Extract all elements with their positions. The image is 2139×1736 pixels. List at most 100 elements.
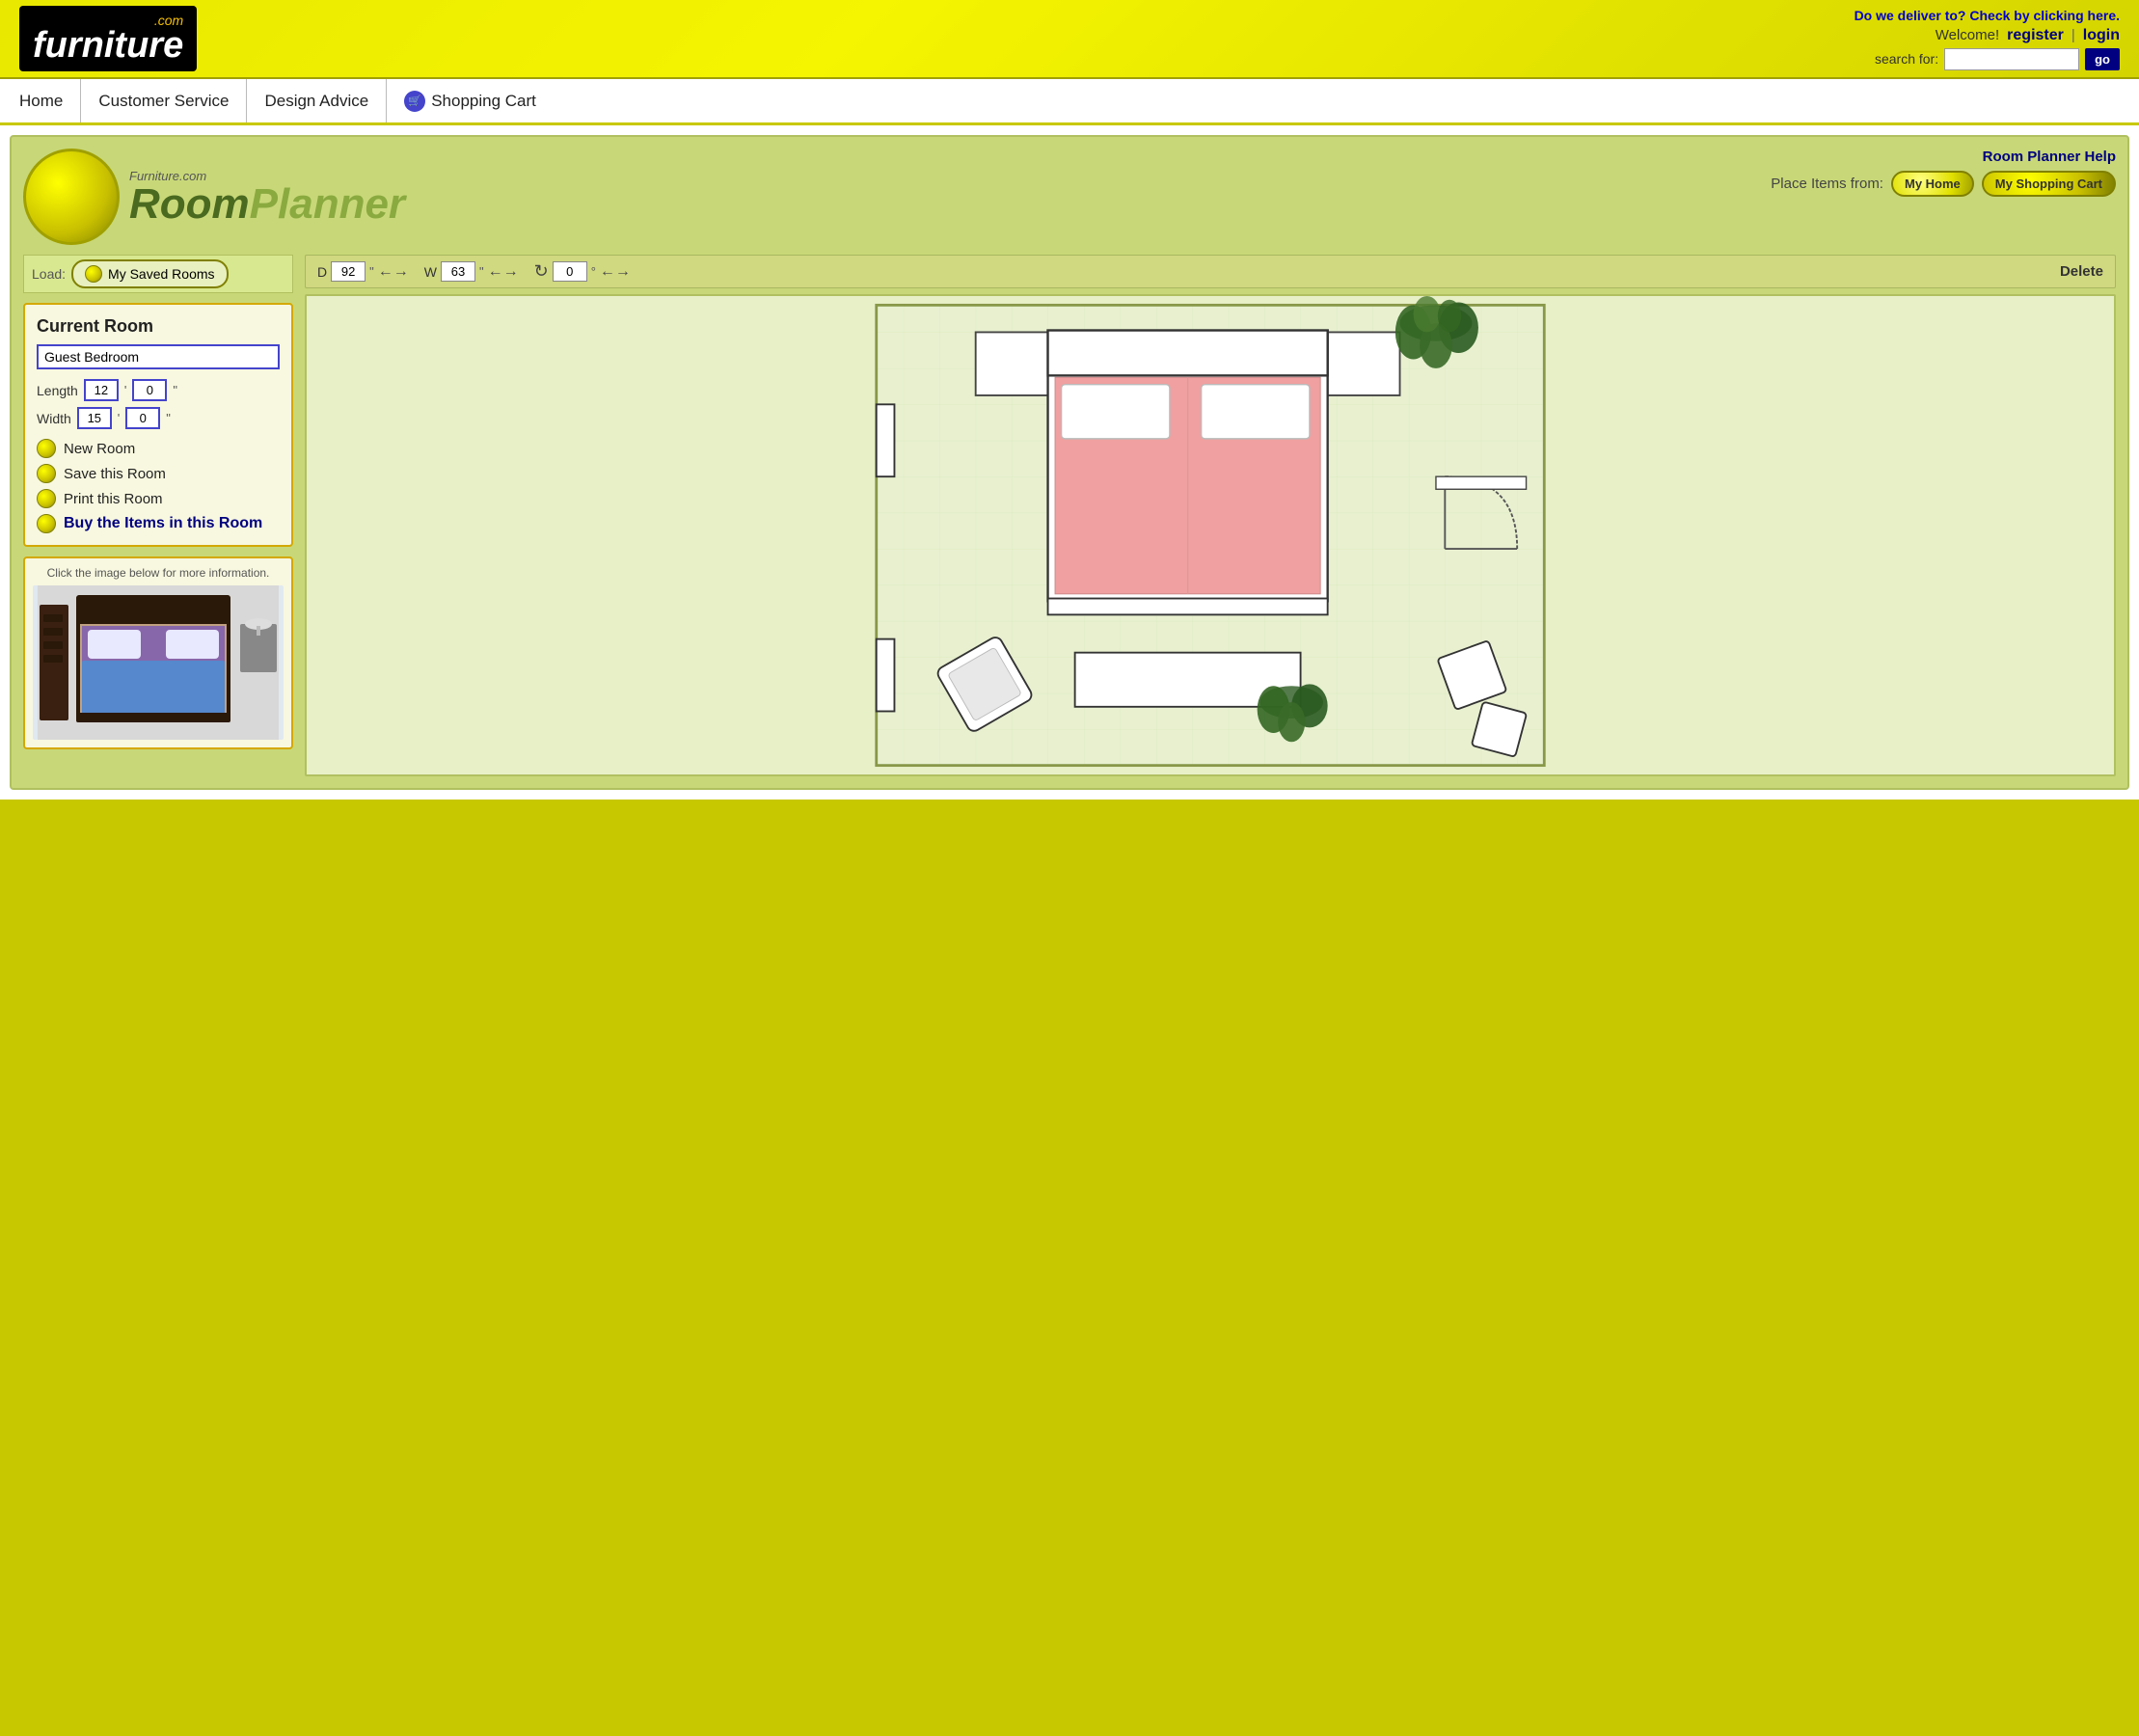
save-room-label: Save this Room [64,466,166,482]
print-room-bullet-icon [37,489,56,508]
saved-rooms-bullet-icon [85,265,102,283]
length-in-unit: " [173,383,177,397]
save-room-action[interactable]: Save this Room [37,464,280,483]
width-toolbar-group: W " ←→ [424,261,519,282]
planner-logo: Furniture.com RoomPlanner [23,149,405,245]
delivery-text: Do we deliver to? [1855,8,1966,23]
print-room-action[interactable]: Print this Room [37,489,280,508]
rotate-icon[interactable]: ↻ [534,261,549,282]
site-logo: .com furniture [19,6,197,71]
depth-arrow: ←→ [378,263,409,281]
new-room-bullet-icon [37,439,56,458]
length-ft-input[interactable] [84,379,119,401]
nav-bar: Home Customer Service Design Advice 🛒 Sh… [0,79,2139,125]
left-panel: Load: My Saved Rooms Current Room Length… [23,255,293,776]
width-toolbar-inch-unit: " [479,264,484,279]
planner-body: Load: My Saved Rooms Current Room Length… [23,255,2116,776]
length-row: Length ' " [37,379,280,401]
length-in-input[interactable] [132,379,167,401]
planner-title-word: Planner [250,180,405,228]
planner-title: RoomPlanner [129,183,405,226]
rotation-arrow: ←→ [600,263,631,281]
planner-logo-text: Furniture.com RoomPlanner [129,169,405,226]
room-planner-help-link[interactable]: Room Planner Help [1983,149,2116,165]
place-items-row: Place Items from: My Home My Shopping Ca… [1771,171,2116,197]
search-go-button[interactable]: go [2085,48,2120,70]
my-home-button[interactable]: My Home [1891,171,1974,197]
planner-right-header: Room Planner Help Place Items from: My H… [1771,149,2116,197]
width-in-unit: " [166,411,171,425]
furniture-preview-image[interactable] [33,585,284,740]
load-label: Load: [32,266,66,282]
rotation-degree-unit: ° [591,264,596,279]
load-row: Load: My Saved Rooms [23,255,293,293]
current-room-panel: Current Room Length ' " Width ' [23,303,293,547]
new-room-action[interactable]: New Room [37,439,280,458]
width-toolbar-label: W [424,264,437,280]
nav-home-label: Home [19,92,63,111]
width-ft-input[interactable] [77,407,112,429]
width-ft-unit: ' [118,411,120,425]
dimension-toolbar: D " ←→ W " ←→ ↻ ° ←→ [305,255,2116,288]
nav-shopping-cart[interactable]: 🛒 Shopping Cart [387,79,554,122]
width-in-input[interactable] [125,407,160,429]
rotation-group: ↻ ° ←→ [534,261,631,282]
info-panel-title: Click the image below for more informati… [33,566,284,580]
my-shopping-cart-button[interactable]: My Shopping Cart [1982,171,2116,197]
delivery-link[interactable]: Check by clicking here. [1969,8,2120,23]
nav-customer-service-label: Customer Service [98,92,229,111]
room-actions: New Room Save this Room Print this Room [37,439,280,533]
logo-name: furniture [33,25,183,66]
width-toolbar-input[interactable] [441,261,475,282]
welcome-text: Welcome! [1936,27,1999,43]
planner-header: Furniture.com RoomPlanner Room Planner H… [23,149,2116,245]
depth-input[interactable] [331,261,366,282]
delete-button[interactable]: Delete [2060,263,2103,280]
planner-container: Furniture.com RoomPlanner Room Planner H… [10,135,2129,790]
main-content: Furniture.com RoomPlanner Room Planner H… [0,125,2139,800]
auth-row: Welcome! register | login [1936,27,2120,44]
width-row: Width ' " [37,407,280,429]
planner-logo-circle [23,149,120,245]
top-right: Do we deliver to? Check by clicking here… [1855,8,2120,70]
logo-area: .com furniture [19,6,197,71]
nav-design-advice-label: Design Advice [264,92,368,111]
depth-label: D [317,264,327,280]
current-room-title: Current Room [37,316,280,337]
width-label: Width [37,411,71,426]
top-bar: .com furniture Do we deliver to? Check b… [0,0,2139,79]
saved-rooms-label: My Saved Rooms [108,266,214,282]
room-name-input[interactable] [37,344,280,369]
rotation-input[interactable] [553,261,587,282]
room-canvas-wrap: D " ←→ W " ←→ ↻ ° ←→ [305,255,2116,776]
pipe-separator: | [2071,27,2075,43]
depth-inch-unit: " [369,264,374,279]
footer [0,800,2139,828]
depth-group: D " ←→ [317,261,409,282]
buy-items-action[interactable]: Buy the Items in this Room [37,514,280,533]
length-ft-unit: ' [124,383,126,397]
room-floor-svg [307,296,2114,774]
save-room-bullet-icon [37,464,56,483]
bed-preview-svg [38,585,279,740]
delivery-banner: Do we deliver to? Check by clicking here… [1855,8,2120,23]
nav-shopping-cart-label: Shopping Cart [431,92,536,111]
buy-items-bullet-icon [37,514,56,533]
search-row: search for: go [1875,48,2120,70]
search-input[interactable] [1944,48,2079,70]
length-label: Length [37,383,78,398]
login-link[interactable]: login [2083,27,2120,44]
print-room-label: Print this Room [64,491,163,507]
nav-home[interactable]: Home [19,79,81,122]
new-room-label: New Room [64,441,135,457]
buy-items-label: Buy the Items in this Room [64,515,262,532]
planner-title-room: Room [129,180,250,228]
width-arrow: ←→ [488,263,519,281]
place-items-label: Place Items from: [1771,176,1883,192]
nav-design-advice[interactable]: Design Advice [247,79,387,122]
register-link[interactable]: register [2007,27,2064,44]
my-saved-rooms-button[interactable]: My Saved Rooms [71,259,228,288]
room-floor[interactable] [305,294,2116,776]
info-panel: Click the image below for more informati… [23,556,293,749]
nav-customer-service[interactable]: Customer Service [81,79,247,122]
